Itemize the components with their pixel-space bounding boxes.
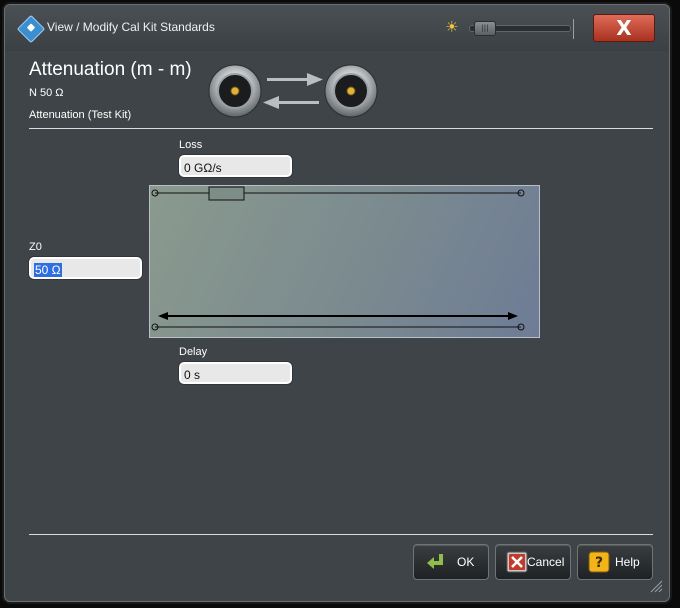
window-title: View / Modify Cal Kit Standards <box>47 20 215 34</box>
connector-left-icon <box>208 64 262 118</box>
arrow-left-icon <box>263 96 319 109</box>
cancel-button[interactable]: Cancel <box>495 544 571 580</box>
close-button[interactable]: X <box>593 14 655 42</box>
sun-icon: ☀ <box>445 18 459 36</box>
delay-label: Delay <box>179 346 208 358</box>
brightness-slider[interactable]: ||| <box>469 21 571 36</box>
loss-label: Loss <box>179 139 203 151</box>
line-schematic <box>151 186 525 331</box>
cancel-x-icon <box>506 551 528 573</box>
brightness-slider-thumb[interactable]: ||| <box>474 21 496 36</box>
transmission-line-diagram <box>149 185 540 338</box>
help-label: Help <box>615 555 640 569</box>
connector-diagram <box>208 64 378 118</box>
standard-title: Attenuation (m - m) <box>29 59 192 80</box>
svg-text:?: ? <box>595 555 603 571</box>
loss-resistor-icon <box>208 186 245 201</box>
arrow-right-icon <box>267 73 323 86</box>
help-button[interactable]: ? Help <box>577 544 653 580</box>
enter-arrow-icon <box>427 554 443 569</box>
title-bar[interactable]: View / Modify Cal Kit Standards ☀ ||| X <box>5 5 669 51</box>
resize-grip-icon[interactable] <box>649 579 663 593</box>
rs-logo-icon <box>16 14 46 44</box>
dialog-window: View / Modify Cal Kit Standards ☀ ||| X … <box>4 4 670 602</box>
connector-right-icon <box>324 64 378 118</box>
ok-button[interactable]: OK <box>413 544 489 580</box>
delay-value: 0 s <box>184 368 201 382</box>
help-question-icon: ? <box>588 551 610 573</box>
standard-name: Attenuation (Test Kit) <box>29 109 132 121</box>
header-divider <box>29 128 653 129</box>
z0-label: Z0 <box>29 241 42 253</box>
ok-label: OK <box>457 555 475 569</box>
loss-value: 0 GΩ/s <box>184 161 222 175</box>
connector-type: N 50 Ω <box>29 87 64 99</box>
slider-divider <box>573 19 574 39</box>
footer-divider <box>29 534 653 535</box>
z0-input[interactable]: 50 Ω <box>29 257 142 279</box>
z0-value: 50 Ω <box>34 263 62 277</box>
delay-arrow-icon <box>158 312 518 320</box>
close-icon: X <box>616 16 632 40</box>
delay-input[interactable]: 0 s <box>179 362 292 384</box>
loss-input[interactable]: 0 GΩ/s <box>179 155 292 177</box>
cancel-label: Cancel <box>527 555 565 569</box>
